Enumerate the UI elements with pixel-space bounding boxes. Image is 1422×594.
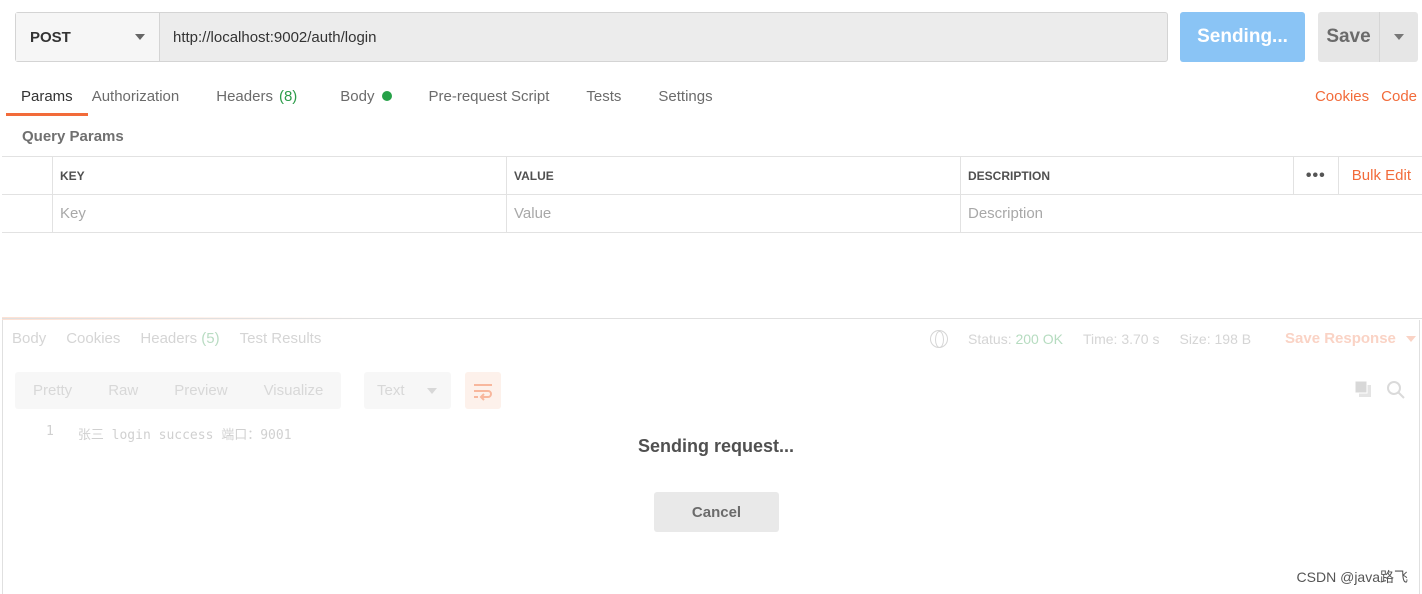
status-label: Status: [968,331,1012,347]
table-row: Key Value Description [2,195,1422,233]
format-raw[interactable]: Raw [90,372,156,409]
time-value: 3.70 s [1121,331,1160,347]
globe-icon[interactable] [930,330,948,348]
tab-label: Settings [658,87,713,105]
watermark: CSDN @java路飞 [1296,569,1408,585]
copy-icon[interactable] [1354,380,1372,398]
tab-settings[interactable]: Settings [658,76,712,116]
row-select [2,195,53,232]
save-options-button[interactable] [1380,12,1418,62]
save-button[interactable]: Save [1318,12,1380,62]
column-header-value: VALUE [507,157,961,194]
tab-label: Authorization [91,87,180,105]
column-header-description-label: DESCRIPTION [968,168,1051,183]
response-format-group: Pretty Raw Preview Visualize [15,372,342,409]
method-select[interactable]: POST [16,13,160,61]
cookies-link[interactable]: Cookies [1315,88,1369,105]
format-type-select[interactable]: Text [364,372,451,409]
column-header-description: DESCRIPTION ••• Bulk Edit [961,157,1422,194]
search-icon[interactable] [1386,380,1406,400]
response-meta: Status: 200 OK Time: 3.70 s Size: 198 B [930,330,1251,348]
tab-links: Cookies Code [1315,76,1417,116]
time-label: Time: [1082,331,1118,347]
column-header-key: KEY [53,157,507,194]
tab-headers[interactable]: Headers (8) [216,76,297,116]
size-label: Size: [1179,331,1211,347]
code-link[interactable]: Code [1381,88,1417,105]
more-options-icon[interactable]: ••• [1292,157,1339,194]
send-button[interactable]: Sending... [1180,12,1305,62]
format-visualize[interactable]: Visualize [246,372,342,409]
response-headers-count: (5) [201,330,220,347]
tab-label: Params [21,87,73,105]
time-info: Time: 3.70 s [1083,331,1160,347]
tab-pre-request-script[interactable]: Pre-request Script [429,76,550,116]
bulk-edit-button[interactable]: Bulk Edit [1339,167,1422,184]
tab-params[interactable]: Params [6,76,88,116]
response-tab-cookies[interactable]: Cookies [66,330,120,347]
format-preview[interactable]: Preview [156,372,245,409]
select-column [2,157,53,194]
tab-body[interactable]: Body [340,76,392,116]
request-bar: POST http://localhost:9002/auth/login [15,12,1168,62]
status-value: 200 OK [1015,331,1063,347]
query-params-table: KEY VALUE DESCRIPTION ••• Bulk Edit Key … [2,156,1422,233]
size-value: 198 B [1214,331,1252,347]
chevron-down-icon [427,387,437,394]
response-left-border [2,320,3,594]
tab-label: Tests [586,87,622,105]
response-tab-headers[interactable]: Headers (5) [140,330,219,347]
save-response-button[interactable]: Save Response [1285,330,1416,347]
tab-label: Pre-request Script [428,87,550,105]
chevron-down-icon [1405,335,1416,342]
response-tab-test-results[interactable]: Test Results [240,330,322,347]
response-tab-body[interactable]: Body [12,330,46,347]
body-indicator-dot [381,91,392,101]
tab-label: Headers [140,330,198,347]
response-tabs: Body Cookies Headers (5) Test Results [12,330,321,347]
query-params-title: Query Params [22,128,124,145]
size-info: Size: 198 B [1179,331,1251,347]
tab-label: Body [340,87,375,105]
chevron-down-icon [135,34,145,40]
tab-authorization[interactable]: Authorization [92,76,180,116]
format-pretty[interactable]: Pretty [15,372,90,409]
headers-count: (8) [278,87,298,105]
wrap-lines-button[interactable] [465,372,501,409]
description-input[interactable]: Description [961,195,1422,232]
chevron-down-icon [1394,34,1404,40]
tab-tests[interactable]: Tests [586,76,621,116]
tab-label: Headers [216,87,273,105]
format-type-label: Text [377,382,405,399]
response-right-border [1419,320,1420,594]
cancel-button[interactable]: Cancel [654,492,779,532]
method-label: POST [30,28,71,46]
save-group: Save [1318,12,1418,62]
table-actions: ••• Bulk Edit [1292,157,1422,194]
value-input[interactable]: Value [507,195,961,232]
url-input[interactable]: http://localhost:9002/auth/login [160,13,1167,61]
request-tabs: Params Authorization Headers (8) Body Pr… [0,76,713,116]
key-input[interactable]: Key [53,195,507,232]
wrap-icon [474,383,492,401]
sending-request-message: Sending request... [637,436,795,456]
table-header-row: KEY VALUE DESCRIPTION ••• Bulk Edit [2,157,1422,195]
status-info: Status: 200 OK [968,331,1063,347]
save-response-label: Save Response [1285,330,1396,347]
pane-divider[interactable] [2,318,1422,319]
